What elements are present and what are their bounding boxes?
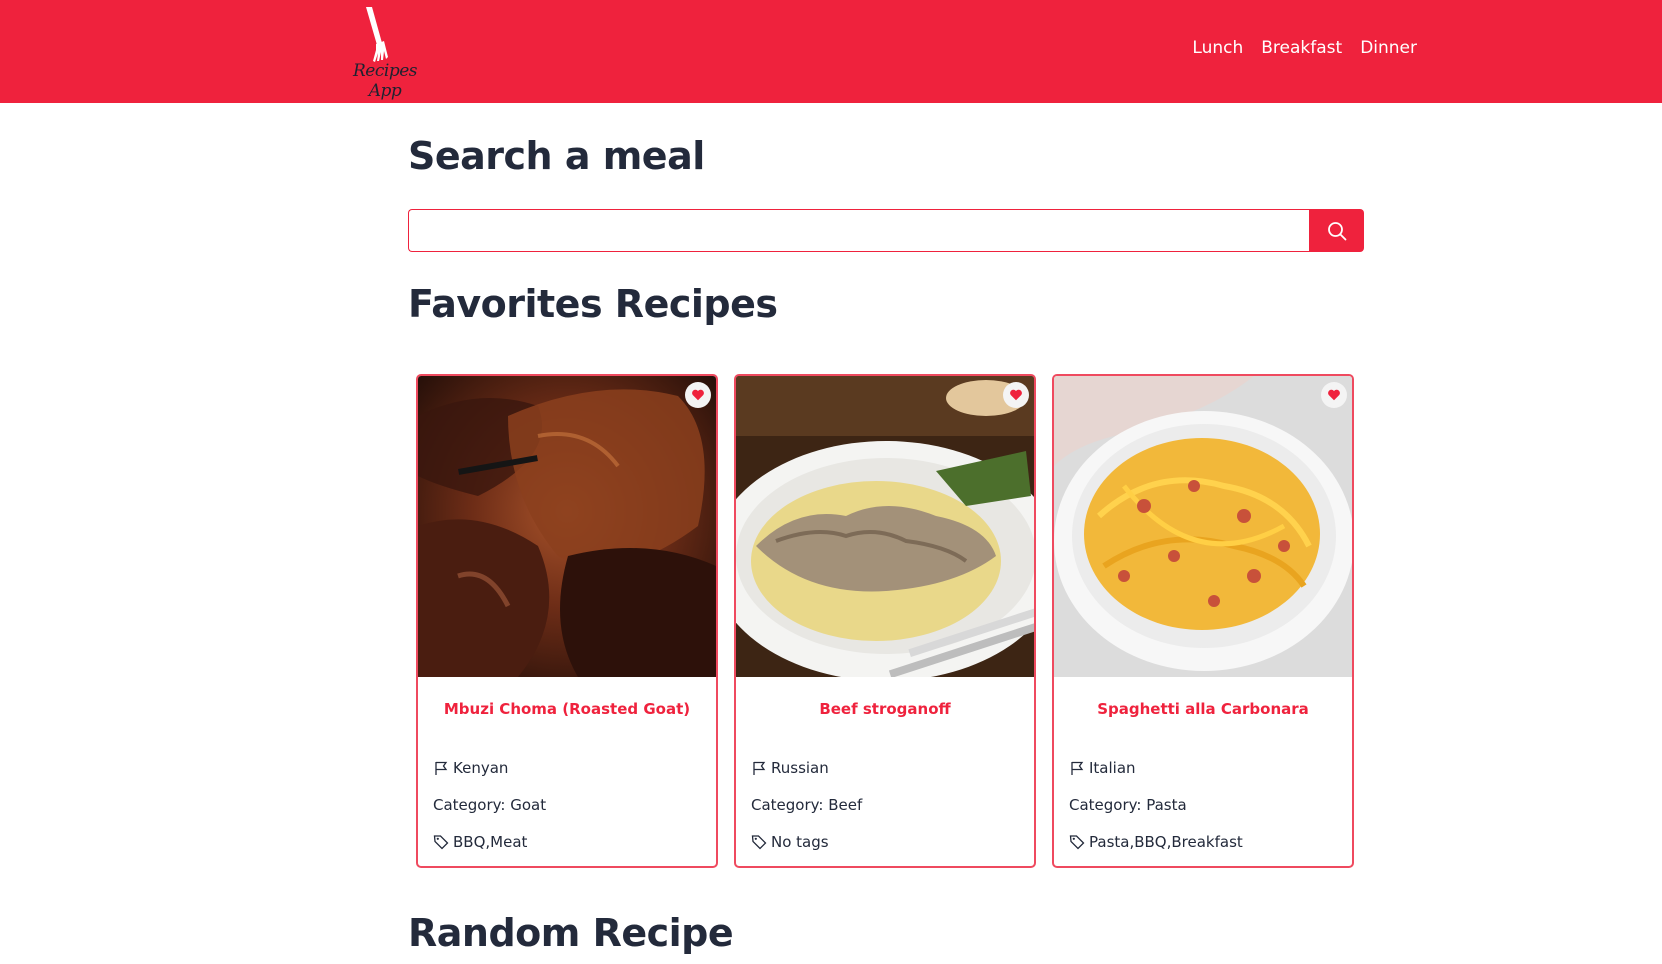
logo-text: Recipes App xyxy=(353,61,418,101)
random-recipe-title: Random Recipe xyxy=(408,911,734,955)
tag-icon xyxy=(1069,835,1085,850)
recipe-image[interactable] xyxy=(1054,376,1352,677)
recipe-area-text: Russian xyxy=(771,759,829,777)
nav-breakfast[interactable]: Breakfast xyxy=(1261,38,1342,58)
search-icon xyxy=(1327,221,1346,240)
favorite-button[interactable] xyxy=(1003,382,1029,408)
recipe-title[interactable]: Beef stroganoff xyxy=(736,700,1034,718)
recipe-tags: BBQ,Meat xyxy=(433,833,527,851)
recipe-tags: Pasta,BBQ,Breakfast xyxy=(1069,833,1243,851)
recipe-card[interactable]: Mbuzi Choma (Roasted Goat) Kenyan Catego… xyxy=(416,374,718,868)
recipe-tags-text: BBQ,Meat xyxy=(453,833,528,851)
recipe-category: Category: Beef xyxy=(751,796,863,814)
recipe-image[interactable] xyxy=(736,376,1034,677)
heart-icon xyxy=(692,389,704,401)
heart-icon xyxy=(1010,389,1022,401)
recipe-area-text: Kenyan xyxy=(453,759,509,777)
app-header: Recipes App Lunch Breakfast Dinner xyxy=(0,0,1662,103)
recipe-area: Russian xyxy=(751,759,829,777)
recipe-title[interactable]: Spaghetti alla Carbonara xyxy=(1054,700,1352,718)
recipe-tags-text: Pasta,BBQ,Breakfast xyxy=(1089,833,1243,851)
recipe-category: Category: Goat xyxy=(433,796,547,814)
search-bar xyxy=(408,209,1364,252)
flag-icon xyxy=(1071,761,1084,775)
flag-icon xyxy=(435,761,448,775)
app-logo[interactable]: Recipes App xyxy=(342,5,428,101)
nav-dinner[interactable]: Dinner xyxy=(1360,38,1417,58)
recipe-card[interactable]: Spaghetti alla Carbonara Italian Categor… xyxy=(1052,374,1354,868)
recipe-tags-text: No tags xyxy=(771,833,829,851)
tag-icon xyxy=(433,835,449,850)
nav-lunch[interactable]: Lunch xyxy=(1192,38,1243,58)
tag-icon xyxy=(751,835,767,850)
recipe-area: Italian xyxy=(1069,759,1136,777)
recipe-area-text: Italian xyxy=(1089,759,1136,777)
recipe-card[interactable]: Beef stroganoff Russian Category: Beef N… xyxy=(734,374,1036,868)
recipe-area: Kenyan xyxy=(433,759,508,777)
recipe-image[interactable] xyxy=(418,376,716,677)
favorite-button[interactable] xyxy=(1321,382,1347,408)
main-nav: Lunch Breakfast Dinner xyxy=(1192,38,1417,58)
search-title: Search a meal xyxy=(408,134,705,178)
favorites-list: Mbuzi Choma (Roasted Goat) Kenyan Catego… xyxy=(416,374,1354,868)
recipe-category: Category: Pasta xyxy=(1069,796,1187,814)
heart-icon xyxy=(1328,389,1340,401)
recipe-title[interactable]: Mbuzi Choma (Roasted Goat) xyxy=(418,700,716,718)
recipe-tags: No tags xyxy=(751,833,829,851)
flag-icon xyxy=(753,761,766,775)
search-button[interactable] xyxy=(1309,209,1364,252)
favorites-title: Favorites Recipes xyxy=(408,282,778,326)
search-input[interactable] xyxy=(408,209,1309,252)
favorite-button[interactable] xyxy=(685,382,711,408)
